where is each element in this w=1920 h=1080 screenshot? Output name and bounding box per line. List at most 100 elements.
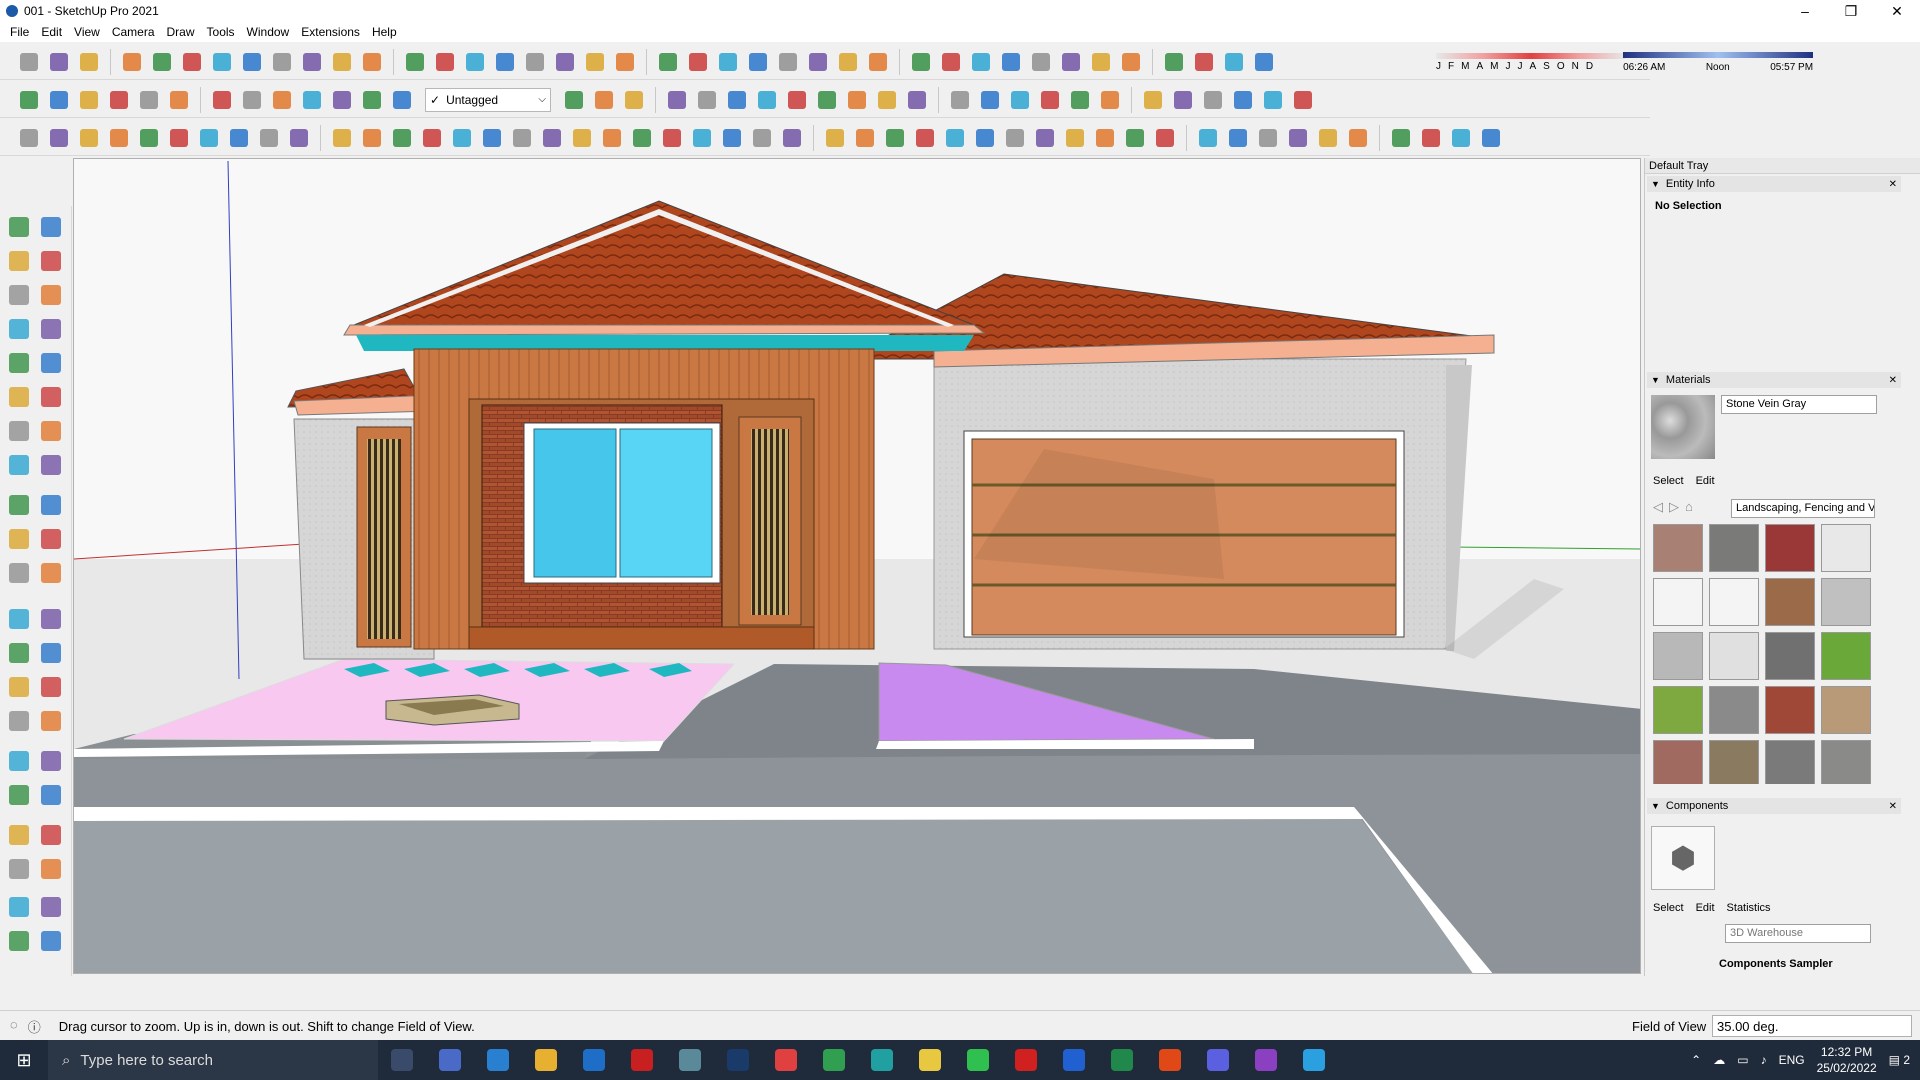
toolbar-tool-icon[interactable] (492, 49, 518, 75)
toolbar-tool-icon[interactable] (119, 49, 145, 75)
toolbar-tool-icon[interactable] (329, 125, 355, 151)
material-name-field[interactable]: Stone Vein Gray (1721, 395, 1877, 414)
notification-center-icon[interactable]: ▤ 2 (1889, 1053, 1910, 1067)
material-swatch[interactable] (1653, 740, 1703, 784)
large-tool-icon[interactable] (38, 822, 64, 848)
toolbar-tool-icon[interactable] (269, 87, 295, 113)
toolbar-tool-icon[interactable] (972, 125, 998, 151)
large-tool-icon[interactable] (38, 350, 64, 376)
components-tab-select[interactable]: Select (1653, 902, 1684, 914)
close-panel-icon[interactable]: ✕ (1889, 179, 1897, 190)
toolbar-tool-icon[interactable] (1230, 87, 1256, 113)
toolbar-tool-icon[interactable] (689, 125, 715, 151)
toolbar-tool-icon[interactable] (359, 87, 385, 113)
large-tool-icon[interactable] (6, 928, 32, 954)
toolbar-tool-icon[interactable] (136, 87, 162, 113)
material-swatch[interactable] (1765, 686, 1815, 734)
toolbar-tool-icon[interactable] (1478, 125, 1504, 151)
taskbar-search-box[interactable]: ⌕ Type here to search (48, 1040, 378, 1080)
taskbar-calculator-icon[interactable] (426, 1040, 474, 1080)
toolbar-tool-icon[interactable] (106, 87, 132, 113)
material-swatch[interactable] (1653, 524, 1703, 572)
menu-tools[interactable]: Tools (201, 25, 241, 39)
toolbar-tool-icon[interactable] (1088, 49, 1114, 75)
large-tool-icon[interactable] (6, 822, 32, 848)
large-tool-icon[interactable] (38, 248, 64, 274)
material-library-dropdown[interactable]: Landscaping, Fencing and Vegetation (1731, 499, 1875, 518)
large-tool-icon[interactable] (38, 560, 64, 586)
toolbar-tool-icon[interactable] (655, 49, 681, 75)
toolbar-tool-icon[interactable] (865, 49, 891, 75)
components-search-input[interactable]: 3D Warehouse (1725, 924, 1871, 943)
large-tool-icon[interactable] (38, 856, 64, 882)
toolbar-tool-icon[interactable] (1200, 87, 1226, 113)
large-tool-icon[interactable] (38, 452, 64, 478)
material-swatch[interactable] (1653, 578, 1703, 626)
toolbar-tool-icon[interactable] (1195, 125, 1221, 151)
toolbar-tool-icon[interactable] (1118, 49, 1144, 75)
toolbar-tool-icon[interactable] (745, 49, 771, 75)
taskbar-grammarly-icon[interactable] (1146, 1040, 1194, 1080)
toolbar-tool-icon[interactable] (76, 87, 102, 113)
toolbar-tool-icon[interactable] (784, 87, 810, 113)
info-icon[interactable]: ⓘ (28, 1017, 41, 1036)
toolbar-tool-icon[interactable] (569, 125, 595, 151)
taskbar-todo-icon[interactable] (1050, 1040, 1098, 1080)
large-tool-icon[interactable] (6, 708, 32, 734)
toolbar-tool-icon[interactable] (329, 87, 355, 113)
close-panel-icon[interactable]: ✕ (1889, 375, 1897, 386)
toolbar-tool-icon[interactable] (1007, 87, 1033, 113)
toolbar-tool-icon[interactable] (16, 49, 42, 75)
large-tool-icon[interactable] (38, 214, 64, 240)
toolbar-tool-icon[interactable] (1062, 125, 1088, 151)
toolbar-tool-icon[interactable] (1097, 87, 1123, 113)
toolbar-tool-icon[interactable] (46, 87, 72, 113)
toolbar-tool-icon[interactable] (599, 125, 625, 151)
material-swatch[interactable] (1653, 632, 1703, 680)
toolbar-tool-icon[interactable] (612, 49, 638, 75)
toolbar-tool-icon[interactable] (419, 125, 445, 151)
toolbar-tool-icon[interactable] (852, 125, 878, 151)
toolbar-tool-icon[interactable] (1260, 87, 1286, 113)
toolbar-tool-icon[interactable] (942, 125, 968, 151)
toolbar-tool-icon[interactable] (359, 49, 385, 75)
material-swatch[interactable] (1709, 740, 1759, 784)
toolbar-tool-icon[interactable] (329, 49, 355, 75)
menu-edit[interactable]: Edit (35, 25, 68, 39)
taskbar-discord-icon[interactable] (1194, 1040, 1242, 1080)
toolbar-tool-icon[interactable] (209, 87, 235, 113)
material-swatch[interactable] (1653, 686, 1703, 734)
menu-extensions[interactable]: Extensions (295, 25, 366, 39)
components-header[interactable]: ▼ Components ✕ (1647, 798, 1901, 814)
toolbar-tool-icon[interactable] (256, 125, 282, 151)
toolbar-tool-icon[interactable] (1161, 49, 1187, 75)
large-tool-icon[interactable] (6, 384, 32, 410)
toolbar-tool-icon[interactable] (149, 49, 175, 75)
toolbar-tool-icon[interactable] (582, 49, 608, 75)
network-icon[interactable]: ▭ (1737, 1053, 1748, 1067)
taskbar-edge-icon[interactable] (474, 1040, 522, 1080)
menu-view[interactable]: View (68, 25, 106, 39)
materials-header[interactable]: ▼ Materials ✕ (1647, 372, 1901, 388)
toolbar-tool-icon[interactable] (1315, 125, 1341, 151)
taskbar-podcasts-icon[interactable] (1242, 1040, 1290, 1080)
toolbar-tool-icon[interactable] (754, 87, 780, 113)
toolbar-tool-icon[interactable] (196, 125, 222, 151)
toolbar-tool-icon[interactable] (904, 87, 930, 113)
toolbar-tool-icon[interactable] (46, 49, 72, 75)
material-swatch[interactable] (1821, 524, 1871, 572)
toolbar-tool-icon[interactable] (1388, 125, 1414, 151)
large-tool-icon[interactable] (6, 350, 32, 376)
large-tool-icon[interactable] (38, 418, 64, 444)
menu-file[interactable]: File (4, 25, 35, 39)
taskbar-sticky-notes-icon[interactable] (906, 1040, 954, 1080)
home-icon[interactable]: ⌂ (1685, 499, 1693, 515)
taskbar-file-explorer-icon[interactable] (522, 1040, 570, 1080)
toolbar-tool-icon[interactable] (1170, 87, 1196, 113)
toolbar-tool-icon[interactable] (269, 49, 295, 75)
toolbar-tool-icon[interactable] (299, 87, 325, 113)
materials-tab-select[interactable]: Select (1653, 475, 1684, 487)
toolbar-tool-icon[interactable] (359, 125, 385, 151)
maximize-button[interactable]: ❐ (1828, 0, 1874, 22)
material-swatch[interactable] (1765, 632, 1815, 680)
